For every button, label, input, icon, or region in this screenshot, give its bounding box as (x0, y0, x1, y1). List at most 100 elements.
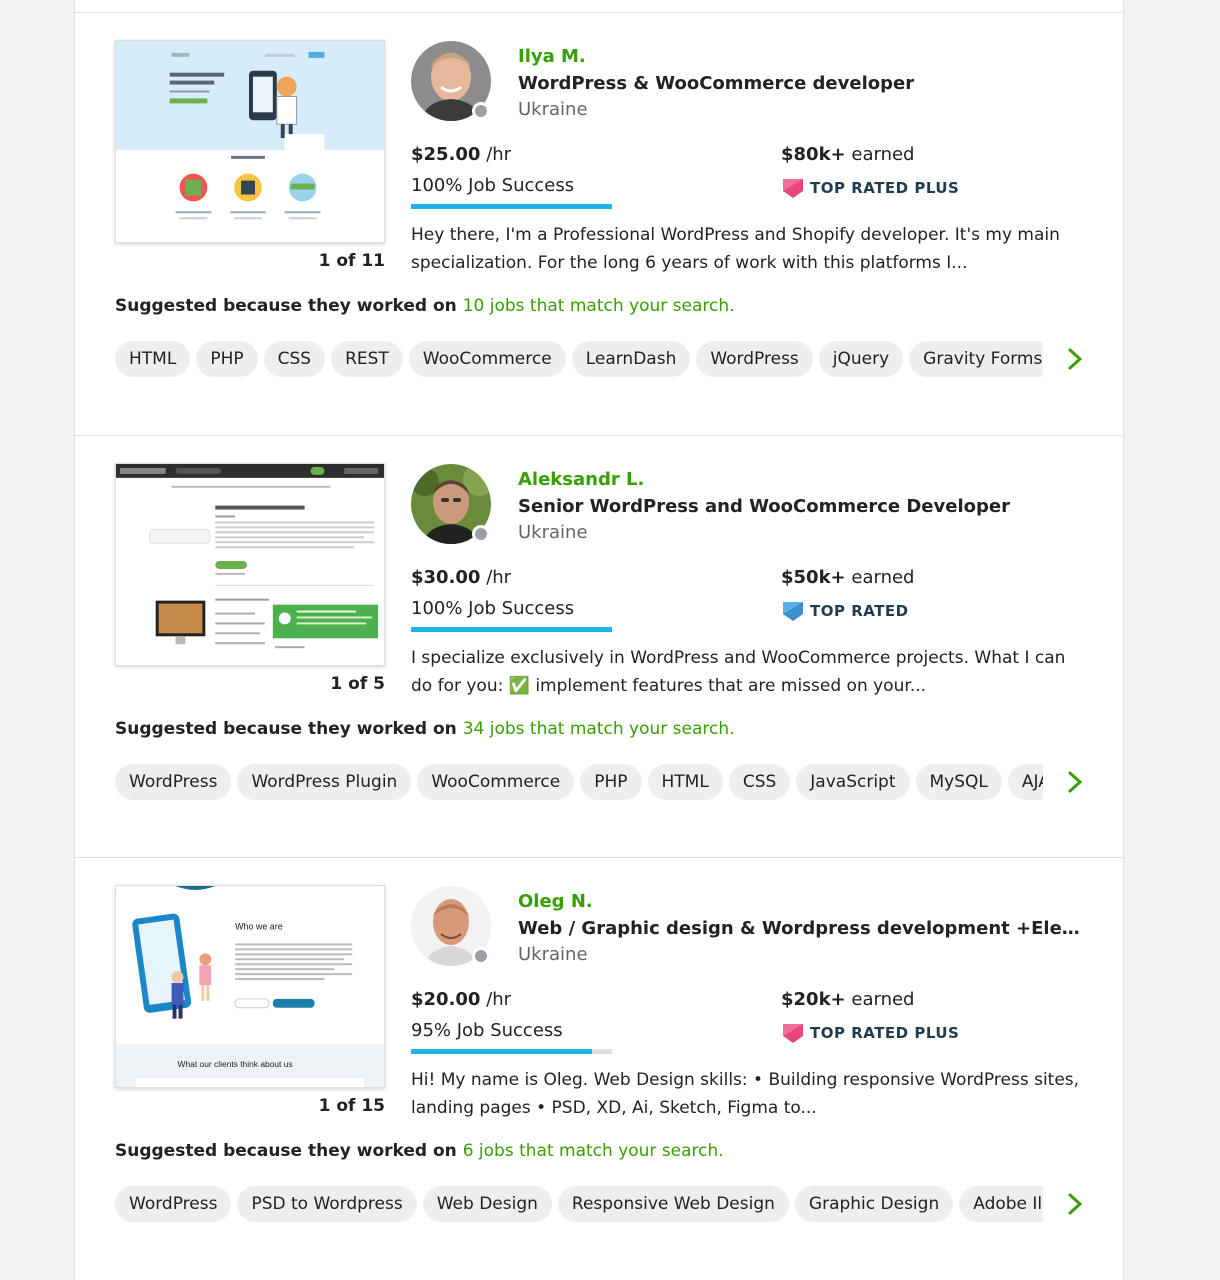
total-earned: $80k+ earned (781, 144, 914, 165)
freelancer-country: Ukraine (518, 944, 588, 965)
suggestion-reason: Suggested because they worked on 10 jobs… (115, 296, 735, 316)
portfolio-counter: 1 of 11 (318, 251, 385, 271)
job-success-bar (411, 1049, 612, 1054)
rate-unit: /hr (486, 144, 512, 165)
job-success-bar-fill (411, 204, 612, 209)
job-success-bar (411, 627, 612, 632)
skill-tag[interactable]: AJAX (1007, 764, 1043, 800)
skill-tag[interactable]: WordPress (115, 764, 232, 800)
skill-tag[interactable]: JavaScript (796, 764, 910, 800)
earned-label: earned (851, 144, 915, 165)
freelancer-name[interactable]: Oleg N. (518, 891, 593, 912)
suggestion-prefix: Suggested because they worked on (115, 296, 457, 316)
rate-unit: /hr (486, 567, 512, 588)
freelancer-country: Ukraine (518, 522, 588, 543)
skill-tag[interactable]: jQuery (818, 341, 904, 377)
skill-tag[interactable]: WordPress Plugin (237, 764, 412, 800)
job-success-bar-fill (411, 1049, 592, 1054)
job-success: 95% Job Success (411, 1020, 563, 1041)
skill-tag[interactable]: Adobe Illustrator (959, 1186, 1043, 1222)
badge-label: TOP RATED PLUS (810, 179, 960, 197)
freelancer-country: Ukraine (518, 99, 588, 120)
rate-unit: /hr (486, 989, 512, 1010)
offline-status-indicator (472, 947, 490, 965)
freelancer-title: Senior WordPress and WooCommerce Develop… (518, 496, 1010, 517)
portfolio-counter: 1 of 15 (318, 1096, 385, 1116)
skill-tag[interactable]: CSS (263, 341, 326, 377)
suggestion-prefix: Suggested because they worked on (115, 1141, 457, 1161)
earned-amount: $50k+ (781, 567, 846, 588)
skill-tag[interactable]: Responsive Web Design (557, 1186, 789, 1222)
skill-tag[interactable]: Web Design (422, 1186, 552, 1222)
skill-tag[interactable]: LearnDash (571, 341, 691, 377)
rate-amount: $30.00 (411, 567, 481, 588)
freelancer-card[interactable]: Who we are What our clients think about … (75, 858, 1123, 1280)
hourly-rate: $20.00 /hr (411, 989, 511, 1010)
skill-tag[interactable]: Graphic Design (794, 1186, 954, 1222)
suggestion-reason: Suggested because they worked on 34 jobs… (115, 719, 735, 739)
top-rated-plus-icon (783, 1024, 803, 1043)
skills-list: HTML PHP CSS REST WooCommerce LearnDash WordPr… (115, 341, 1043, 377)
portfolio-thumbnail[interactable] (115, 40, 385, 243)
job-success: 100% Job Success (411, 598, 575, 619)
skill-tag[interactable]: MySQL (915, 764, 1002, 800)
earned-amount: $20k+ (781, 989, 846, 1010)
skill-tag[interactable]: PSD to Wordpress (237, 1186, 417, 1222)
skill-tag[interactable]: CSS (728, 764, 791, 800)
earned-amount: $80k+ (781, 144, 846, 165)
skill-tag[interactable]: PHP (196, 341, 258, 377)
skill-tag[interactable]: PHP (580, 764, 642, 800)
badge-label: TOP RATED PLUS (810, 1024, 960, 1042)
rate-amount: $20.00 (411, 989, 481, 1010)
portfolio-counter: 1 of 5 (330, 674, 385, 694)
earned-label: earned (851, 989, 915, 1010)
skill-tag[interactable]: WooCommerce (408, 341, 566, 377)
rate-amount: $25.00 (411, 144, 481, 165)
freelancer-title: Web / Graphic design & Wordpress develop… (518, 918, 1088, 939)
matching-jobs-link[interactable]: 10 jobs that match your search. (463, 296, 735, 316)
skill-tag[interactable]: HTML (115, 341, 191, 377)
skill-tag[interactable]: HTML (647, 764, 723, 800)
hourly-rate: $25.00 /hr (411, 144, 511, 165)
chevron-right-icon[interactable] (1063, 769, 1087, 795)
suggestion-reason: Suggested because they worked on 6 jobs … (115, 1141, 724, 1161)
top-rated-plus-badge: TOP RATED PLUS (781, 1021, 959, 1045)
skill-tag[interactable]: WordPress (115, 1186, 232, 1222)
total-earned: $20k+ earned (781, 989, 914, 1010)
freelancer-description: I specialize exclusively in WordPress an… (411, 648, 1066, 696)
skill-tag[interactable]: REST (331, 341, 403, 377)
thumbnail-footer: What our clients think about us (178, 1059, 293, 1069)
freelancer-title: WordPress & WooCommerce developer (518, 73, 915, 94)
freelancer-description: Hi! My name is Oleg. Web Design skills: … (411, 1070, 1080, 1118)
skill-tag[interactable]: WordPress (696, 341, 813, 377)
search-results-panel: 1 of 11 Ilya M. WordPress & WooCommerce … (74, 0, 1124, 1280)
top-rated-badge: TOP RATED (781, 599, 909, 623)
chevron-right-icon[interactable] (1063, 1191, 1087, 1217)
matching-jobs-link[interactable]: 6 jobs that match your search. (463, 1141, 724, 1161)
top-rated-icon (783, 602, 803, 621)
job-success: 100% Job Success (411, 175, 575, 196)
freelancer-name[interactable]: Aleksandr L. (518, 469, 644, 490)
top-rated-plus-icon (783, 179, 803, 198)
thumbnail-heading: Who we are (235, 922, 283, 932)
top-rated-plus-badge: TOP RATED PLUS (781, 176, 959, 200)
hourly-rate: $30.00 /hr (411, 567, 511, 588)
portfolio-thumbnail[interactable]: Who we are What our clients think about … (115, 885, 385, 1088)
offline-status-indicator (472, 102, 490, 120)
offline-status-indicator (472, 525, 490, 543)
job-success-bar (411, 204, 612, 209)
freelancer-card[interactable]: 1 of 5 Aleksandr L. Senior WordPress and… (75, 436, 1123, 858)
freelancer-card[interactable]: 1 of 11 Ilya M. WordPress & WooCommerce … (75, 13, 1123, 435)
skill-tag[interactable]: WooCommerce (417, 764, 575, 800)
portfolio-thumbnail[interactable] (115, 463, 385, 666)
chevron-right-icon[interactable] (1063, 346, 1087, 372)
matching-jobs-link[interactable]: 34 jobs that match your search. (463, 719, 735, 739)
freelancer-description: Hey there, I'm a Professional WordPress … (411, 225, 1060, 273)
earned-label: earned (851, 567, 915, 588)
badge-label: TOP RATED (810, 602, 909, 620)
job-success-bar-fill (411, 627, 612, 632)
skills-list: WordPress WordPress Plugin WooCommerce PHP H… (115, 764, 1043, 800)
freelancer-name[interactable]: Ilya M. (518, 46, 586, 67)
suggestion-prefix: Suggested because they worked on (115, 719, 457, 739)
skill-tag[interactable]: Gravity Forms (909, 341, 1043, 377)
